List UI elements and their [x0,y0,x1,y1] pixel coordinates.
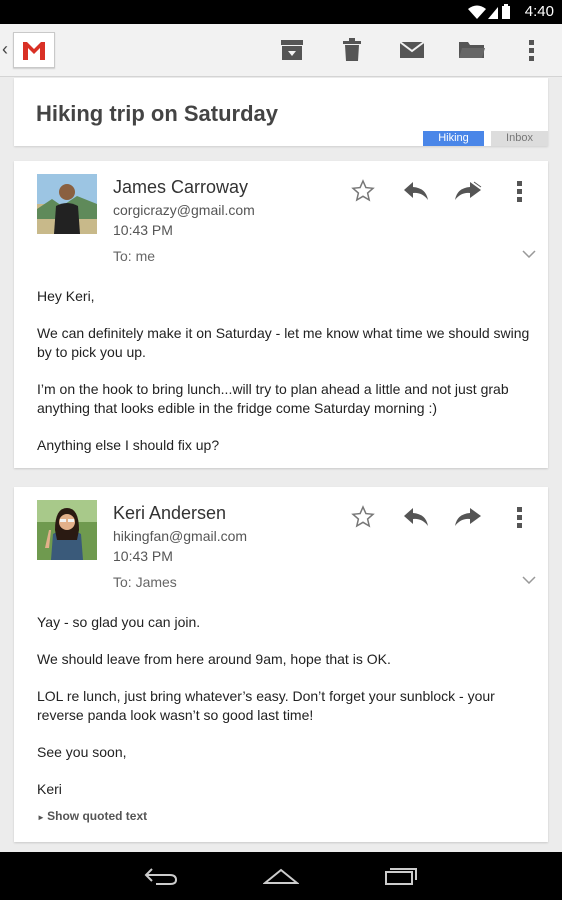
wifi-icon [468,5,486,19]
body-paragraph: I’m on the hook to bring lunch...will tr… [37,381,509,416]
message-body: Hey Keri, We can definitely make it on S… [37,287,532,455]
body-paragraph: See you soon, [37,744,127,760]
gmail-logo[interactable] [13,32,55,68]
show-quoted-label: Show quoted text [47,809,148,823]
body-paragraph: LOL re lunch, just bring whatever’s easy… [37,688,495,723]
action-bar: ‹ [0,24,562,77]
overflow-menu-icon[interactable] [505,176,535,206]
message-card: James Carroway corgicrazy@gmail.com 10:4… [14,161,548,468]
recent-apps-icon[interactable] [381,862,421,890]
message-time: 10:43 PM [113,548,173,564]
body-paragraph: We should leave from here around 9am, ho… [37,651,391,667]
body-paragraph: We can definitely make it on Saturday - … [37,325,530,360]
reply-icon[interactable] [401,502,431,532]
status-icons [466,3,512,26]
star-icon[interactable] [348,502,378,532]
chevron-down-icon[interactable] [522,571,536,589]
sender-email: corgicrazy@gmail.com [113,202,255,218]
navigation-bar [0,852,562,900]
message-time: 10:43 PM [113,222,173,238]
avatar[interactable] [37,174,97,234]
forward-icon[interactable] [453,176,483,206]
sender-name: James Carroway [113,177,249,197]
message-body: Yay - so glad you can join. We should le… [37,613,532,799]
forward-icon[interactable] [453,502,483,532]
conversation-subject: Hiking trip on Saturday [36,101,279,126]
battery-icon [502,6,510,19]
body-paragraph: Anything else I should fix up? [37,437,220,453]
recipients: To: me [113,248,156,264]
move-to-folder-icon[interactable] [458,36,486,64]
mark-unread-icon[interactable] [398,36,426,64]
home-icon[interactable] [261,862,301,890]
body-paragraph: Keri [37,781,62,797]
label-hiking[interactable]: Hiking [423,131,484,146]
up-chevron-icon[interactable]: ‹ [2,39,8,60]
back-icon[interactable] [141,862,181,890]
message-card: Keri Andersen hikingfan@gmail.com 10:43 … [14,487,548,842]
overflow-menu-icon[interactable] [518,36,546,64]
recipients: To: James [113,574,177,590]
status-time: 4:40 [524,3,554,20]
label-inbox[interactable]: Inbox [491,131,548,146]
signal-icon [488,7,498,19]
chevron-down-icon[interactable] [522,245,536,263]
overflow-menu-icon[interactable] [505,502,535,532]
show-quoted-text-link[interactable]: ► Show quoted text [37,809,147,823]
status-bar: 4:40 [0,0,562,24]
body-paragraph: Hey Keri, [37,288,95,304]
trash-icon[interactable] [338,36,366,64]
star-icon[interactable] [348,176,378,206]
sender-email: hikingfan@gmail.com [113,528,248,544]
conversation-header: Hiking trip on Saturday Hiking Inbox [14,78,548,146]
reply-icon[interactable] [401,176,431,206]
triangle-right-icon: ► [37,813,48,822]
archive-icon[interactable] [278,36,306,64]
sender-name: Keri Andersen [113,503,227,523]
body-paragraph: Yay - so glad you can join. [37,614,201,630]
avatar[interactable] [37,500,97,560]
